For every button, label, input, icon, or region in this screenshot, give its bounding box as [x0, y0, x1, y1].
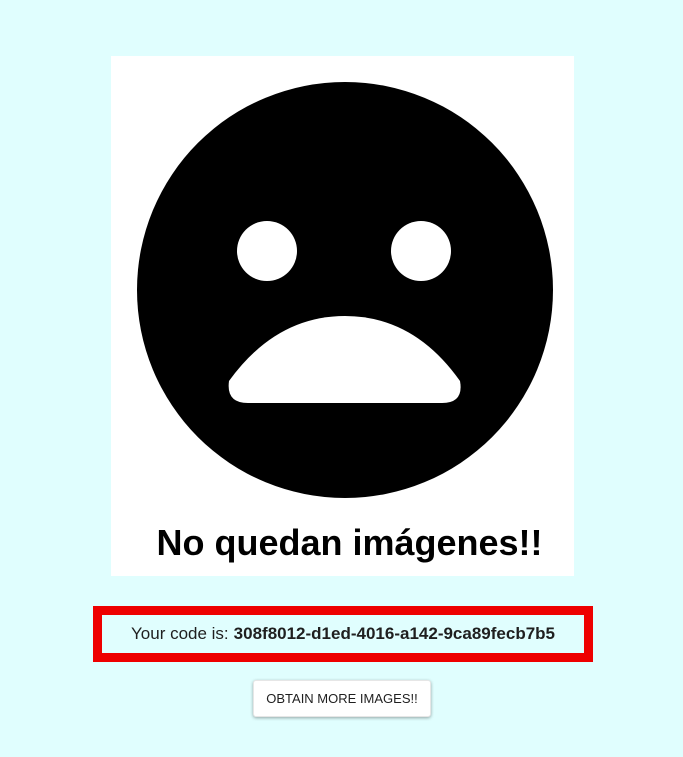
code-panel: Your code is: 308f8012-d1ed-4016-a142-9c…: [93, 606, 593, 662]
sad-face-icon: [136, 81, 554, 499]
code-label: Your code is:: [131, 624, 229, 643]
no-images-message: No quedan imágenes!!: [156, 522, 543, 563]
no-images-card: No quedan imágenes!!: [111, 56, 574, 576]
code-value: 308f8012-d1ed-4016-a142-9ca89fecb7b5: [233, 624, 555, 643]
page: No quedan imágenes!! Your code is: 308f8…: [0, 0, 683, 757]
obtain-more-images-button[interactable]: OBTAIN MORE IMAGES!!: [253, 680, 431, 717]
